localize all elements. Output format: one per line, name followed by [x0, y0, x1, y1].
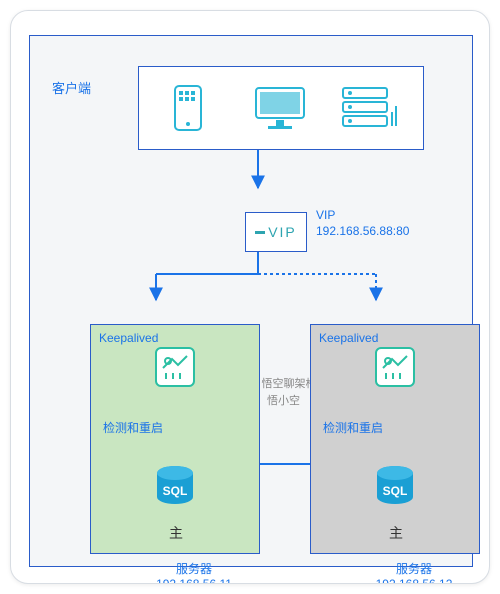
- primary-label-left: 主: [169, 523, 183, 543]
- vip-title: VIP: [316, 208, 335, 222]
- server-rack-icon: [341, 83, 399, 133]
- keepalived-label-left: Keepalived: [99, 331, 158, 345]
- server-right-title: 服务器: [374, 560, 454, 577]
- server-left-ip: 192.168.56.11: [154, 577, 234, 584]
- check-restart-right: 检测和重启: [323, 419, 383, 436]
- diagram-frame: 客户端 VIP VIP 192.168.56.88:80 公众号：悟空聊架构 作…: [29, 35, 473, 567]
- vip-badge-text: VIP: [268, 224, 297, 240]
- sql-icon: SQL: [153, 465, 197, 509]
- primary-label-right: 主: [389, 523, 403, 543]
- server-left-title: 服务器: [154, 560, 234, 577]
- server-right-caption: 服务器 192.168.56.12: [374, 560, 454, 584]
- keepalived-icon: [155, 347, 195, 387]
- server-right-ip: 192.168.56.12: [374, 577, 454, 584]
- sql-icon: SQL: [373, 465, 417, 509]
- mobile-icon: [159, 83, 217, 133]
- vip-node: VIP: [245, 212, 307, 252]
- server-box-right: Keepalived 检测和重启 SQL 主: [310, 324, 480, 554]
- keepalived-icon: [375, 347, 415, 387]
- vip-endpoint: 192.168.56.88:80: [316, 224, 409, 238]
- monitor-icon: [251, 83, 309, 133]
- clients-box: [138, 66, 424, 150]
- vip-dash-icon: [255, 231, 265, 234]
- check-restart-left: 检测和重启: [103, 419, 163, 436]
- diagram-card: 客户端 VIP VIP 192.168.56.88:80 公众号：悟空聊架构 作…: [10, 10, 490, 584]
- keepalived-label-right: Keepalived: [319, 331, 378, 345]
- sql-text-right: SQL: [383, 484, 408, 498]
- server-left-caption: 服务器 192.168.56.11: [154, 560, 234, 584]
- client-label: 客户端: [52, 78, 91, 97]
- sql-text-left: SQL: [163, 484, 188, 498]
- server-box-left: Keepalived 检测和重启 SQL 主: [90, 324, 260, 554]
